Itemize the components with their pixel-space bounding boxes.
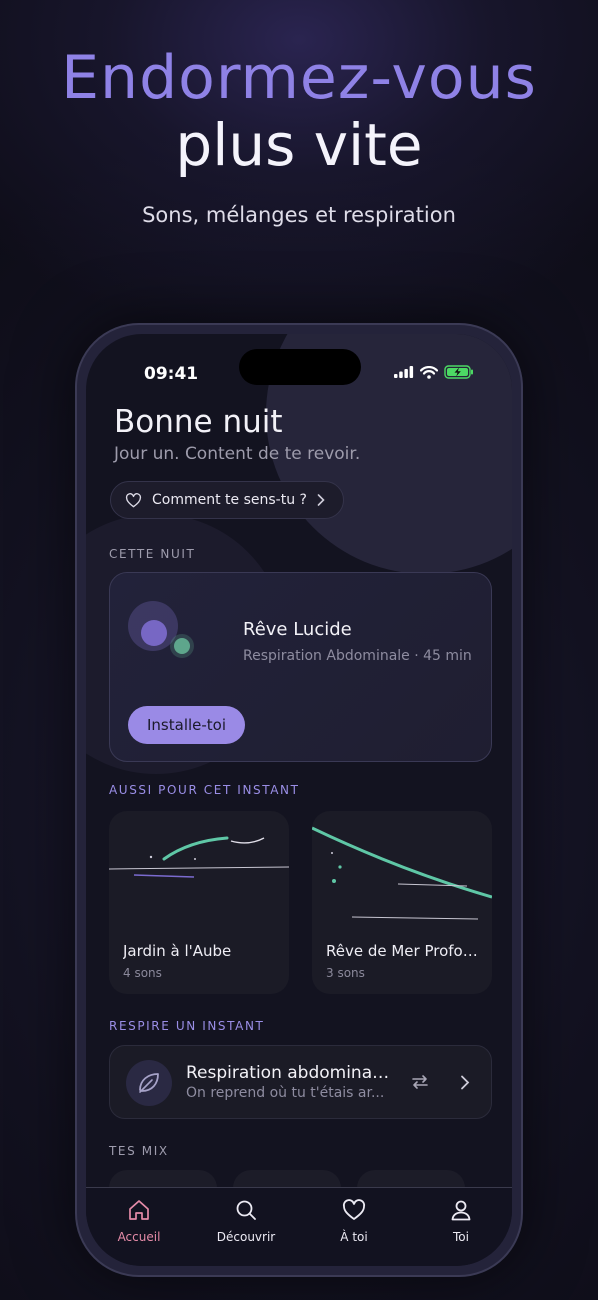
- mood-check-button[interactable]: Comment te sens-tu ?: [110, 481, 344, 519]
- leaf-icon: [126, 1060, 172, 1106]
- tab-bar: Accueil Découvrir À toi Toi: [86, 1187, 512, 1266]
- mix-artwork: [109, 836, 289, 878]
- orb-teal: [174, 638, 190, 654]
- chevron-right-icon: [317, 494, 325, 506]
- tab-label: Accueil: [117, 1230, 161, 1244]
- tab-label: Toi: [453, 1230, 469, 1244]
- section-label-breathe: RESPIRE UN INSTANT: [109, 1019, 265, 1033]
- mix-count: 4 sons: [123, 966, 162, 980]
- home-icon: [129, 1200, 149, 1220]
- hero-title-line2: plus vite: [175, 111, 423, 179]
- mix-title: Jardin à l'Aube: [123, 942, 232, 960]
- tab-accueil[interactable]: Accueil: [94, 1198, 184, 1244]
- install-button[interactable]: Installe-toi: [128, 706, 246, 744]
- dynamic-island: [239, 349, 361, 385]
- hero-title: Endormez-vous plus vite: [0, 48, 598, 174]
- heart-icon: [342, 1199, 366, 1220]
- phone-screen: 09:41 Bonne nuit Jour un. Content de te …: [86, 334, 512, 1266]
- search-icon: [236, 1200, 256, 1220]
- section-label-also: AUSSI POUR CET INSTANT: [109, 783, 300, 797]
- signal-icon: [394, 366, 414, 378]
- breathe-subtitle: On reprend où tu t'étais ar...: [186, 1085, 385, 1101]
- hero-title-line1: Endormez-vous: [61, 43, 537, 113]
- breathe-card[interactable]: Respiration abdominal... On reprend où t…: [109, 1045, 492, 1119]
- tab-decouvrir[interactable]: Découvrir: [201, 1198, 291, 1244]
- section-label-tonight: CETTE NUIT: [109, 547, 196, 561]
- tonight-meta: Respiration Abdominale · 45 min: [243, 648, 472, 664]
- mood-check-label: Comment te sens-tu ?: [152, 492, 307, 508]
- battery-charging-icon: [444, 365, 473, 379]
- mix-card-jardin[interactable]: Jardin à l'Aube 4 sons: [109, 811, 289, 994]
- mix-count: 3 sons: [326, 966, 365, 980]
- tab-label: À toi: [340, 1230, 368, 1244]
- orb-violet: [141, 620, 167, 646]
- section-label-mixes: TES MIX: [109, 1144, 169, 1158]
- tab-toi[interactable]: Toi: [416, 1198, 506, 1244]
- tonight-card[interactable]: Rêve Lucide Respiration Abdominale · 45 …: [109, 572, 492, 762]
- status-time: 09:41: [144, 364, 199, 384]
- mix-title: Rêve de Mer Profon...: [326, 942, 486, 960]
- greeting-subtitle: Jour un. Content de te revoir.: [114, 444, 361, 464]
- shuffle-icon[interactable]: [410, 1072, 430, 1092]
- status-icons: [394, 365, 474, 379]
- person-icon: [451, 1200, 471, 1221]
- hero-subtitle: Sons, mélanges et respiration: [142, 203, 456, 227]
- breathe-title: Respiration abdominal...: [186, 1063, 391, 1083]
- greeting-title: Bonne nuit: [114, 404, 283, 440]
- heart-outline-icon: [125, 492, 142, 507]
- tonight-title: Rêve Lucide: [243, 619, 352, 640]
- tab-a-toi[interactable]: À toi: [309, 1198, 399, 1244]
- chevron-right-icon[interactable]: [460, 1075, 470, 1090]
- status-bar: 09:41: [86, 334, 512, 394]
- mix-artwork: [312, 826, 492, 920]
- phone-frame: 09:41 Bonne nuit Jour un. Content de te …: [75, 323, 523, 1277]
- tab-label: Découvrir: [216, 1230, 276, 1244]
- mix-card-mer[interactable]: Rêve de Mer Profon... 3 sons: [312, 811, 492, 994]
- wifi-icon: [420, 365, 438, 379]
